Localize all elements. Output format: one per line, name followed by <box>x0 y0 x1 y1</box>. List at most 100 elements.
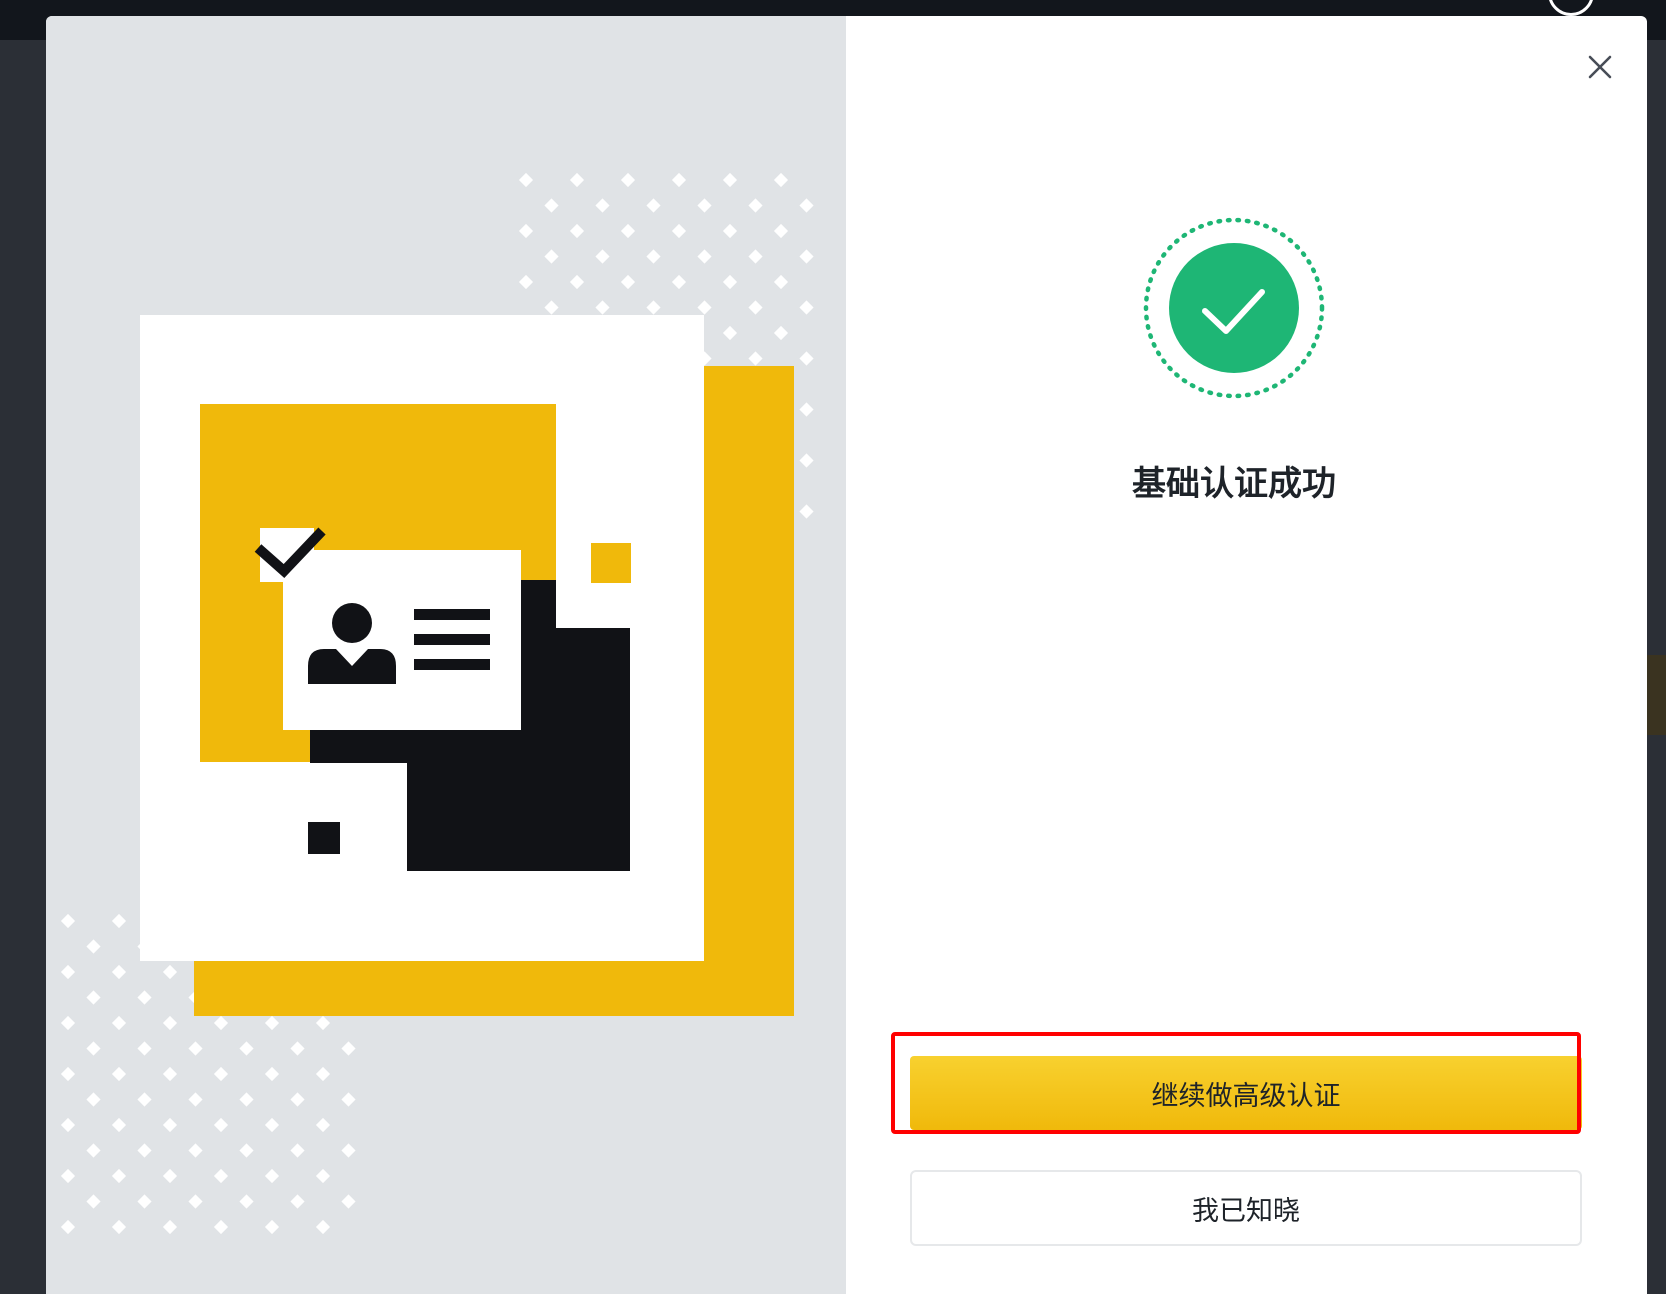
diamond-dot <box>518 223 534 239</box>
diamond-dot <box>137 1041 152 1056</box>
diamond-dot <box>773 274 789 290</box>
diamond-dot <box>748 198 763 213</box>
verification-success-dialog: 基础认证成功 继续做高级认证 我已知晓 <box>46 16 1647 1294</box>
diamond-dot <box>671 274 687 290</box>
diamond-dot <box>264 1219 280 1235</box>
close-button[interactable] <box>1583 50 1617 84</box>
diamond-dot <box>60 1168 76 1184</box>
diamond-dot <box>290 1143 305 1158</box>
diamond-dot <box>162 1117 178 1133</box>
diamond-dot <box>773 223 789 239</box>
diamond-dot <box>697 198 712 213</box>
diamond-dot <box>315 1117 331 1133</box>
card-line-1 <box>414 609 490 620</box>
person-icon-head <box>332 603 372 643</box>
diamond-dot <box>544 198 559 213</box>
diamond-dot <box>315 1015 331 1031</box>
diamond-dot <box>341 1143 356 1158</box>
diamond-dot <box>569 274 585 290</box>
dialog-content: 基础认证成功 继续做高级认证 我已知晓 <box>846 16 1647 1294</box>
diamond-dot <box>60 1015 76 1031</box>
diamond-dot <box>671 223 687 239</box>
diamond-dot <box>595 249 610 264</box>
diamond-dot <box>646 300 661 315</box>
diamond-dot <box>569 223 585 239</box>
small-dark-square <box>308 822 340 854</box>
diamond-dot <box>620 172 636 188</box>
diamond-dot <box>162 964 178 980</box>
diamond-dot <box>722 172 738 188</box>
diamond-dot <box>137 1092 152 1107</box>
advanced-verification-button[interactable]: 继续做高级认证 <box>910 1056 1582 1130</box>
diamond-dot <box>111 1117 127 1133</box>
diamond-dot <box>748 300 763 315</box>
diamond-dot <box>137 990 152 1005</box>
diamond-dot <box>111 1066 127 1082</box>
diamond-dot <box>162 1015 178 1031</box>
diamond-dot <box>697 249 712 264</box>
diamond-dot <box>290 1194 305 1209</box>
diamond-dot <box>799 402 814 417</box>
diamond-dot <box>646 198 661 213</box>
diamond-dot <box>341 1092 356 1107</box>
diamond-dot <box>722 274 738 290</box>
diamond-dot <box>341 1041 356 1056</box>
diamond-dot <box>544 249 559 264</box>
diamond-dot <box>595 300 610 315</box>
identity-illustration <box>46 16 846 1294</box>
diamond-dot <box>162 1219 178 1235</box>
background-edge <box>1646 655 1666 735</box>
diamond-dot <box>799 198 814 213</box>
acknowledge-button[interactable]: 我已知晓 <box>910 1170 1582 1246</box>
diamond-dot <box>569 172 585 188</box>
diamond-dot <box>518 274 534 290</box>
diamond-dot <box>773 325 789 341</box>
diamond-dot <box>162 1168 178 1184</box>
diamond-dot <box>315 1066 331 1082</box>
diamond-dot <box>239 1092 254 1107</box>
account-avatar-icon[interactable] <box>1548 0 1594 16</box>
diamond-dot <box>518 172 534 188</box>
diamond-dot <box>60 913 76 929</box>
diamond-dot <box>239 1041 254 1056</box>
diamond-dot <box>290 1092 305 1107</box>
diamond-dot <box>315 1168 331 1184</box>
success-title: 基础认证成功 <box>1132 464 1336 504</box>
diamond-dot <box>60 1066 76 1082</box>
diamond-dot <box>544 300 559 315</box>
diamond-dot <box>264 1015 280 1031</box>
diamond-dot <box>799 300 814 315</box>
diamond-dot <box>86 939 101 954</box>
diamond-dot <box>264 1168 280 1184</box>
diamond-dot <box>213 1066 229 1082</box>
diamond-dot <box>188 1041 203 1056</box>
diamond-dot <box>722 325 738 341</box>
diamond-dot <box>111 1219 127 1235</box>
diamond-dot <box>748 351 763 366</box>
card-line-3 <box>414 659 490 670</box>
diamond-dot <box>799 249 814 264</box>
diamond-dot <box>162 1066 178 1082</box>
diamond-dot <box>620 223 636 239</box>
card-line-2 <box>414 634 490 645</box>
diamond-dot <box>86 990 101 1005</box>
diamond-dot <box>111 1015 127 1031</box>
diamond-dot <box>213 1219 229 1235</box>
diamond-dot <box>188 1143 203 1158</box>
diamond-dot <box>799 453 814 468</box>
diamond-dot <box>60 1219 76 1235</box>
diamond-dot <box>264 1066 280 1082</box>
diamond-dot <box>595 198 610 213</box>
diamond-dot <box>799 351 814 366</box>
check-circle-icon <box>1143 217 1325 399</box>
diamond-dot <box>239 1194 254 1209</box>
diamond-dot <box>86 1143 101 1158</box>
diamond-dot <box>671 172 687 188</box>
diamond-dot <box>264 1117 280 1133</box>
diamond-dot <box>213 1015 229 1031</box>
diamond-dot <box>697 300 712 315</box>
diamond-dot <box>111 1168 127 1184</box>
diamond-dot <box>188 1092 203 1107</box>
diamond-dot <box>60 964 76 980</box>
diamond-dot <box>213 1168 229 1184</box>
